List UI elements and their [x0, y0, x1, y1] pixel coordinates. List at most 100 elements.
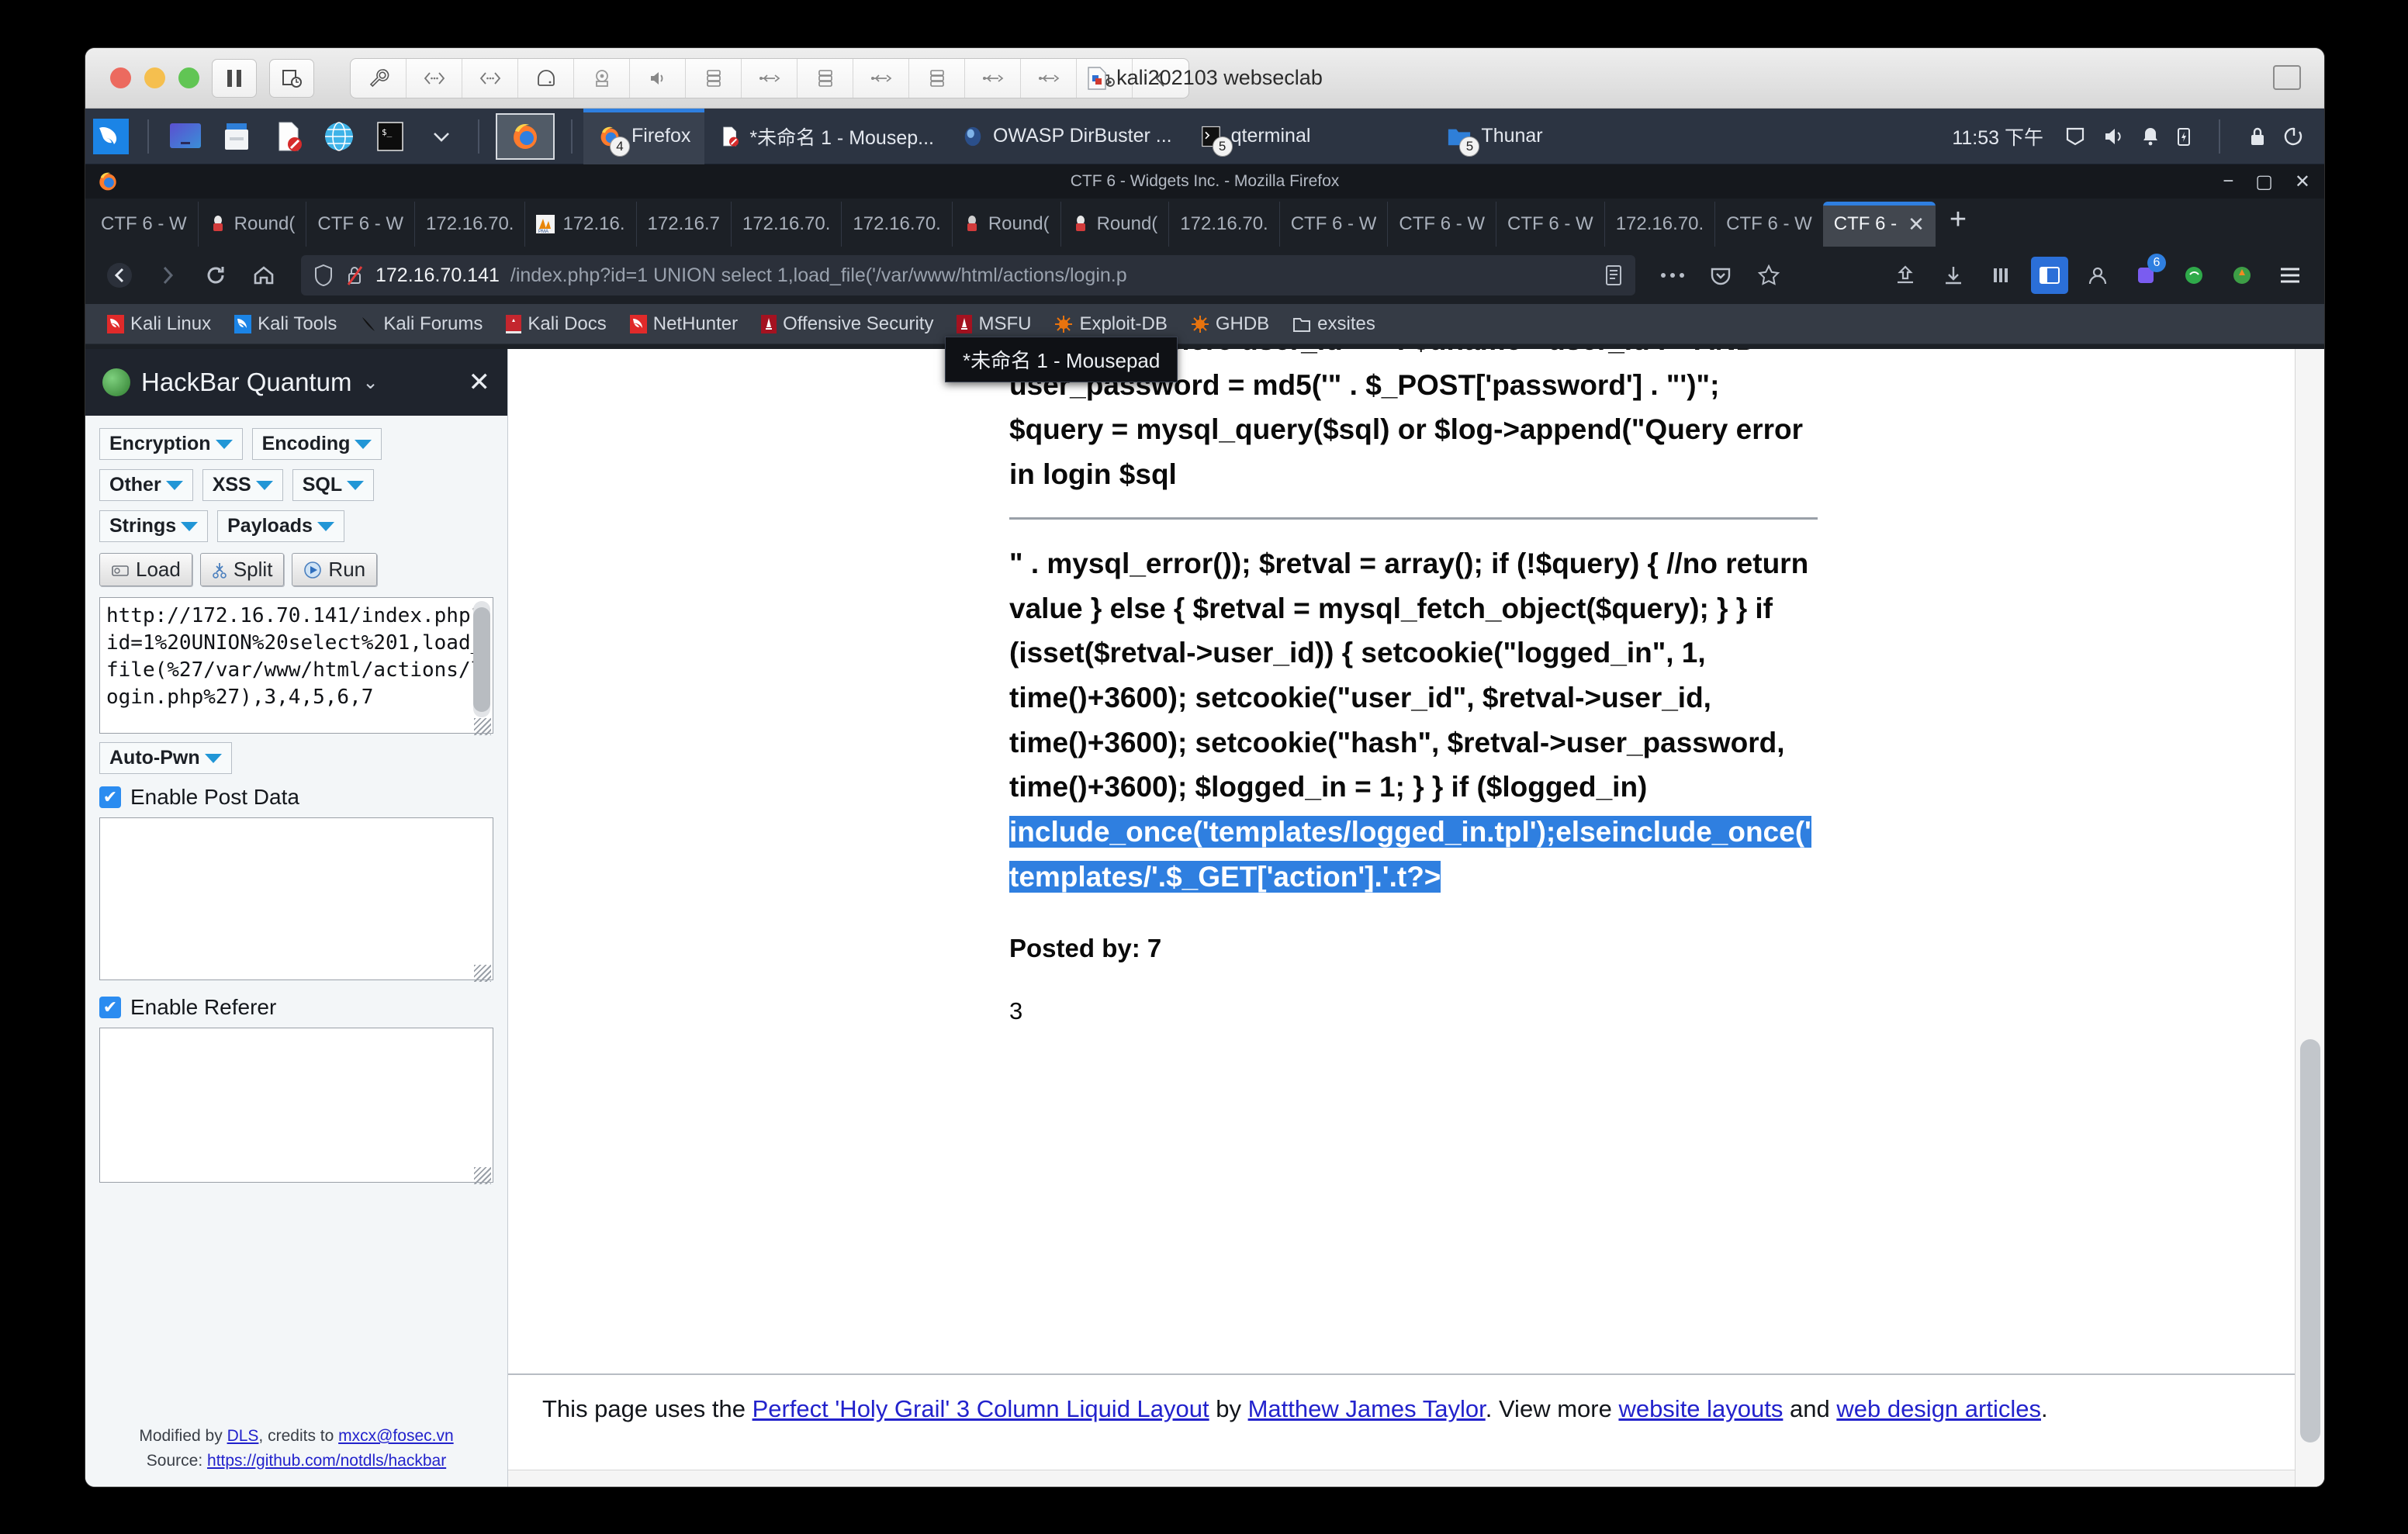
tab-2[interactable]: CTF 6 - W [306, 202, 414, 247]
maximize-window-button[interactable] [178, 67, 199, 88]
resize-handle[interactable] [474, 1167, 491, 1184]
page-horizontal-scrollbar[interactable] [508, 1470, 2295, 1487]
shared-folder-icon[interactable] [1077, 58, 1133, 98]
minimize-window-button[interactable] [144, 67, 165, 88]
snapshot-button[interactable] [269, 58, 314, 98]
encryption-menu-button[interactable]: Encryption [99, 428, 243, 460]
terminal-icon[interactable]: $_ [370, 116, 410, 157]
load-button[interactable]: Load [99, 553, 192, 586]
download-icon[interactable] [1935, 257, 1972, 294]
split-button[interactable]: Split [199, 553, 285, 586]
firefox-window-buttons[interactable]: − ▢ ✕ [2223, 171, 2310, 193]
forward-arrow-icon[interactable] [149, 257, 186, 294]
tab-1[interactable]: Round( [197, 202, 306, 247]
addon-green-icon[interactable] [2175, 257, 2213, 294]
bookmark-exploit-db[interactable]: Exploit-DB [1047, 312, 1175, 337]
page-vertical-scrollbar[interactable] [2295, 349, 2324, 1487]
menu-icon[interactable] [2271, 257, 2309, 294]
storage-icon[interactable] [909, 58, 965, 98]
sql-menu-button[interactable]: SQL [292, 469, 375, 501]
footer-author-link[interactable]: Matthew James Taylor [1248, 1395, 1486, 1422]
vm-restore-button[interactable] [2273, 65, 2301, 90]
enable-post-data-checkbox[interactable]: ✔ [99, 786, 121, 808]
url-bar-actions[interactable] [1604, 264, 1623, 287]
enable-post-data-row[interactable]: ✔ Enable Post Data [99, 785, 493, 810]
tab-6[interactable]: 172.16.70. [730, 202, 841, 247]
camera-icon[interactable] [574, 58, 630, 98]
strings-menu-button[interactable]: Strings [99, 510, 209, 542]
taskbar-item-thunar[interactable]: 5 Thunar [1433, 109, 1556, 164]
bookmark-offensive-security[interactable]: Offensive Security [753, 312, 941, 337]
tab-close-icon[interactable]: ✕ [1908, 212, 1925, 237]
tab-16-selected[interactable]: CTF 6 - ✕ [1822, 202, 1936, 247]
save-to-pocket-icon[interactable] [1887, 257, 1924, 294]
kali-dragon-icon[interactable] [91, 116, 131, 157]
document-icon[interactable] [268, 116, 308, 157]
tab-0[interactable]: CTF 6 - W [90, 202, 198, 247]
insecure-lock-icon[interactable] [344, 264, 365, 287]
window-controls[interactable] [110, 67, 199, 88]
vbox-icon[interactable] [165, 116, 206, 157]
url-input-scrollbar[interactable] [473, 601, 490, 717]
bookmark-kali-forums[interactable]: Kali Forums [352, 312, 490, 337]
bookmark-kali-tools[interactable]: Kali Tools [227, 312, 344, 337]
tab-10[interactable]: 172.16.70. [1168, 202, 1278, 247]
usb-icon[interactable] [742, 58, 797, 98]
reader-view-icon[interactable] [1604, 264, 1623, 287]
footer-website-layouts-link[interactable]: website layouts [1618, 1395, 1783, 1422]
close-icon[interactable]: ✕ [469, 367, 491, 398]
back-arrow-icon[interactable] [101, 257, 138, 294]
vm-device-toolbar[interactable] [350, 57, 1189, 98]
clock[interactable]: 11:53 下午 [1952, 123, 2043, 150]
network-icon[interactable] [407, 58, 462, 98]
footer-source-link[interactable]: https://github.com/notdls/hackbar [207, 1452, 446, 1470]
enable-referer-checkbox[interactable]: ✔ [99, 997, 121, 1018]
bookmark-star-icon[interactable] [1750, 257, 1787, 294]
usb-icon[interactable] [853, 58, 909, 98]
referer-input[interactable] [99, 1028, 493, 1183]
browser-icon[interactable] [319, 116, 359, 157]
bookmark-msfu[interactable]: MSFU [949, 312, 1039, 337]
new-tab-button[interactable]: + [1936, 205, 1981, 240]
maximize-icon[interactable]: ▢ [2255, 171, 2273, 193]
close-window-button[interactable] [110, 67, 131, 88]
storage-icon[interactable] [686, 58, 742, 98]
pause-button[interactable] [212, 58, 257, 98]
addon-orange-icon[interactable] [2223, 257, 2261, 294]
xss-menu-button[interactable]: XSS [202, 469, 283, 501]
minimize-icon[interactable]: − [2223, 171, 2233, 193]
battery-icon[interactable] [2177, 126, 2191, 147]
usb-icon[interactable] [965, 58, 1021, 98]
bookmark-ghdb[interactable]: GHDB [1183, 312, 1277, 337]
logout-icon[interactable] [2284, 126, 2304, 147]
tab-4[interactable]: PMA 172.16. [524, 202, 635, 247]
files-icon[interactable] [216, 116, 257, 157]
resize-handle[interactable] [474, 965, 491, 982]
post-data-input[interactable] [99, 817, 493, 980]
reload-icon[interactable] [197, 257, 234, 294]
page-actions-icon[interactable] [1654, 257, 1691, 294]
bell-icon[interactable] [2141, 126, 2160, 147]
other-menu-button[interactable]: Other [99, 469, 193, 501]
footer-layout-link[interactable]: Perfect 'Holy Grail' 3 Column Liquid Lay… [752, 1395, 1209, 1422]
usb-icon[interactable] [1021, 58, 1077, 98]
speaker-icon[interactable] [630, 58, 686, 98]
footer-dls-link[interactable]: DLS [227, 1427, 259, 1445]
taskbar-item-firefox[interactable]: 4 Firefox [583, 108, 705, 164]
account-icon[interactable] [2079, 257, 2116, 294]
lock-icon[interactable] [2248, 126, 2267, 147]
chevron-down-icon[interactable] [421, 116, 462, 157]
footer-articles-link[interactable]: web design articles [1836, 1395, 2041, 1422]
storage-icon[interactable] [797, 58, 853, 98]
disk-icon[interactable] [518, 58, 574, 98]
tab-11[interactable]: CTF 6 - W [1278, 202, 1388, 247]
collapse-chevron-icon[interactable] [1133, 59, 1188, 98]
network-icon[interactable] [462, 58, 518, 98]
payloads-menu-button[interactable]: Payloads [217, 510, 344, 542]
bookmark-kali-linux[interactable]: Kali Linux [99, 312, 219, 337]
tab-8[interactable]: Round( [951, 202, 1060, 247]
auto-pwn-button[interactable]: Auto-Pwn [99, 742, 232, 774]
tab-13[interactable]: CTF 6 - W [1496, 202, 1604, 247]
taskbar-item-mousepad[interactable]: *未命名 1 - Mousep... [704, 109, 948, 164]
taskbar-item-qterminal[interactable]: 5 qterminal [1186, 109, 1325, 164]
